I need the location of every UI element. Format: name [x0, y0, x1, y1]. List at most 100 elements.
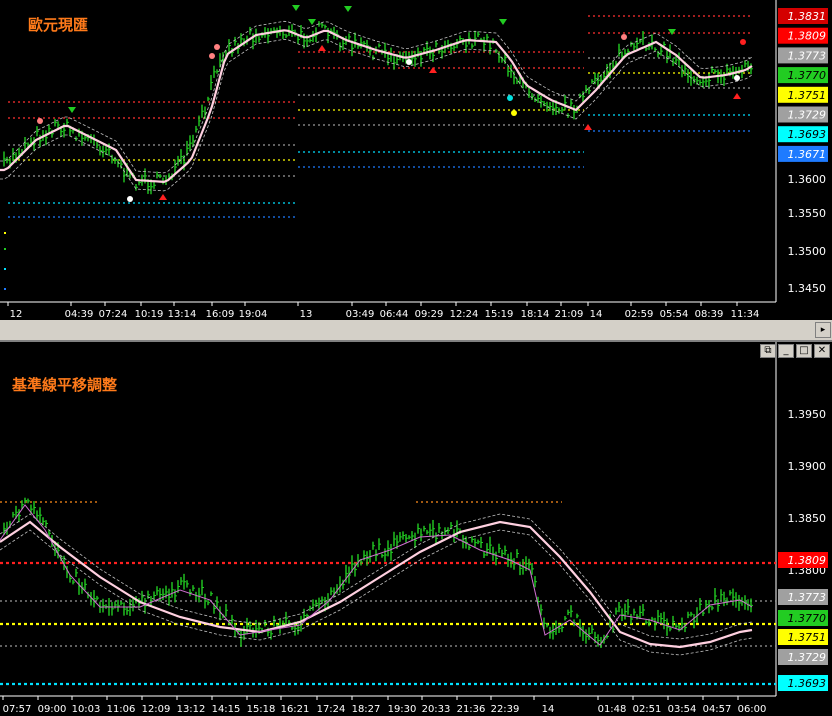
signal-dot-icon: [406, 59, 412, 65]
time-axis-label: 08:39: [695, 309, 724, 320]
price-badge-label: 1.3809: [788, 30, 827, 43]
maximize-button[interactable]: □: [796, 344, 812, 358]
price-axis-label: 1.3500: [788, 245, 827, 258]
time-axis-label: 14: [590, 309, 603, 320]
close-button[interactable]: ✕: [814, 344, 830, 358]
price-badge-label: 1.3831: [788, 10, 827, 23]
price-axis-label: 1.3850: [788, 512, 827, 525]
time-axis-label: 13:12: [177, 704, 206, 715]
level-dot: [4, 232, 6, 234]
bottom-chart-panel[interactable]: 1.3950 1.3900 1.3850 1.3800 1.3809 1.3773 1.37…: [0, 342, 832, 716]
time-axis-label: 10:19: [135, 309, 164, 320]
time-axis-label: 07:57: [3, 704, 32, 715]
close-icon: ✕: [817, 345, 827, 356]
signal-dot-icon: [214, 44, 220, 50]
top-chart-panel[interactable]: 1.3600 1.3550 1.3500 1.3450 1.3831 1.3809 1.37…: [0, 0, 832, 320]
signal-dot-icon: [37, 118, 43, 124]
time-axis-label: 10:03: [72, 704, 101, 715]
sell-marker-icon: [68, 107, 76, 113]
time-axis-label: 15:18: [247, 704, 276, 715]
price-badge-label: 1.3770: [788, 612, 827, 625]
time-axis-label: 19:30: [388, 704, 417, 715]
level-dot: [4, 268, 6, 270]
time-axis-label: 11:06: [107, 704, 136, 715]
time-axis-label: 14:15: [212, 704, 241, 715]
chevron-right-icon: ▸: [820, 325, 826, 335]
bottom-chart-canvas[interactable]: 1.39501.39001.38501.38001.38091.37731.37…: [0, 342, 832, 716]
price-badge-label: 1.3809: [788, 554, 827, 567]
time-axis-label: 18:14: [521, 309, 550, 320]
sell-marker-icon: [308, 19, 316, 25]
time-axis-label: 14: [542, 704, 555, 715]
envelope-upper: [0, 513, 753, 640]
sell-marker-icon: [668, 29, 676, 35]
restore-icon: ⧉: [764, 345, 772, 356]
time-axis-label: 05:54: [660, 309, 689, 320]
price-badge-label: 1.3770: [788, 69, 827, 82]
price-badge-label: 1.3773: [788, 49, 827, 62]
envelope-lower: [0, 529, 753, 656]
horizontal-scrollbar[interactable]: ▸: [0, 320, 832, 340]
signal-dot-icon: [511, 110, 517, 116]
price-badge-label: 1.3693: [788, 128, 827, 141]
time-axis-label: 06:00: [738, 704, 767, 715]
time-axis-label: 04:39: [65, 309, 94, 320]
sell-marker-icon: [499, 19, 507, 25]
time-axis-label: 21:09: [555, 309, 584, 320]
time-axis-label: 02:51: [633, 704, 662, 715]
sell-marker-icon: [292, 5, 300, 11]
buy-marker-icon: [733, 93, 741, 99]
price-badge-label: 1.3729: [788, 109, 827, 122]
scroll-right-button[interactable]: ▸: [815, 322, 831, 338]
signal-dot-icon: [740, 39, 746, 45]
time-axis-label: 20:33: [422, 704, 451, 715]
time-axis-label: 16:09: [206, 309, 235, 320]
signal-dot-icon: [127, 196, 133, 202]
buy-marker-icon: [159, 194, 167, 200]
time-axis-label: 15:19: [485, 309, 514, 320]
buy-marker-icon: [429, 67, 437, 73]
top-chart-canvas[interactable]: 1.3600 1.3550 1.3500 1.3450 1.3831 1.3809 1.37…: [0, 0, 832, 320]
price-badge-label: 1.3693: [788, 677, 827, 690]
time-axis-label: 09:29: [415, 309, 444, 320]
price-axis-label: 1.3900: [788, 460, 827, 473]
time-axis-label: 06:44: [380, 309, 409, 320]
price-axis-label: 1.3550: [788, 207, 827, 220]
time-axis-label: 12: [10, 309, 23, 320]
time-axis-label: 17:24: [317, 704, 346, 715]
price-badge-label: 1.3773: [788, 591, 827, 604]
signal-dot-icon: [507, 95, 513, 101]
time-axis-label: 09:00: [38, 704, 67, 715]
level-dot: [4, 288, 6, 290]
time-axis-label: 04:57: [703, 704, 732, 715]
signal-dot-icon: [621, 34, 627, 40]
time-axis-label: 01:48: [598, 704, 627, 715]
buy-marker-icon: [318, 45, 326, 51]
top-chart-title: 歐元現匯: [28, 16, 89, 34]
time-axis-label: 12:09: [142, 704, 171, 715]
time-axis-label: 18:27: [352, 704, 381, 715]
time-axis-label: 19:04: [239, 309, 268, 320]
level-dot: [4, 248, 6, 250]
time-axis-label: 03:54: [668, 704, 697, 715]
maximize-icon: □: [799, 345, 809, 356]
envelope-upper: [0, 20, 753, 174]
time-axis-label: 03:49: [346, 309, 375, 320]
time-axis-label: 16:21: [281, 704, 310, 715]
moving-average-line: [0, 520, 753, 649]
buy-marker-icon: [584, 124, 592, 130]
time-axis-label: 07:24: [99, 309, 128, 320]
restore-button[interactable]: ⧉: [760, 344, 776, 358]
time-axis-label: 21:36: [457, 704, 486, 715]
time-axis-label: 13:14: [168, 309, 197, 320]
signal-dot-icon: [209, 53, 215, 59]
fast-average-line: [0, 504, 753, 646]
price-badge-label: 1.3751: [788, 89, 827, 102]
price-badge-label: 1.3671: [788, 148, 827, 161]
price-axis-label: 1.3950: [788, 408, 827, 421]
minimize-button[interactable]: _: [778, 344, 794, 358]
sell-marker-icon: [344, 6, 352, 12]
time-axis-label: 22:39: [491, 704, 520, 715]
time-axis-label: 11:34: [731, 309, 760, 320]
window-controls: ⧉ _ □ ✕: [760, 344, 830, 360]
